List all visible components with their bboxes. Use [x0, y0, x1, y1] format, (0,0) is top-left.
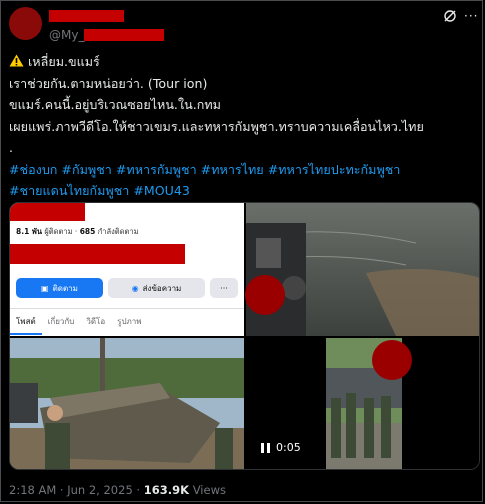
fb-name-redaction	[10, 203, 85, 221]
fb-message-button: ◉ ส่งข้อความ	[108, 278, 205, 298]
fb-followers-count: 8.1 พัน	[16, 227, 42, 236]
tweet-footer: 2:18 AM · Jun 2, 2025 · 163.9K Views	[9, 483, 226, 497]
photo-river-motorbike[interactable]	[246, 203, 480, 336]
facebook-profile-screenshot[interactable]: 8.1 พัน ผู้ติดตาม · 685 กำลังติดตาม ▣ ติ…	[10, 203, 244, 336]
fb-follow-label: ติดตาม	[52, 283, 78, 293]
timestamp[interactable]: 2:18 AM · Jun 2, 2025 ·	[9, 483, 144, 497]
post-line-1-text: เหลี่ยม.ขแมร์	[28, 54, 100, 69]
handle-redaction	[84, 29, 165, 41]
post-line-5: .	[9, 140, 14, 155]
face-redaction-dot	[372, 340, 412, 380]
media-grid[interactable]: 8.1 พัน ผู้ติดตาม · 685 กำลังติดตาม ▣ ติ…	[9, 202, 480, 470]
views-label: Views	[192, 483, 226, 497]
fb-bio-redaction	[10, 244, 185, 264]
video-time-text: 0:05	[276, 441, 301, 454]
hashtags-line-2[interactable]: #ชายแดนไทยกัมพูชา #MOU43	[9, 180, 477, 202]
hashtags-line-1[interactable]: #ช่องบก #กัมพูชา #ทหารกัมพูชา #ทหารไทย #…	[9, 159, 477, 181]
fb-following-label: กำลังติดตาม	[97, 227, 139, 236]
fb-tab-videos: วิดีโอ	[86, 317, 106, 326]
warning-icon	[9, 54, 24, 67]
avatar[interactable]	[9, 7, 42, 40]
post-line-4: เผยแพร่.ภาพวีดีโอ.ให้ชาวเขมร.และทหารกัมพ…	[9, 118, 424, 134]
fb-more-button: ···	[210, 278, 238, 298]
handle-row: @My_	[49, 27, 165, 43]
fb-follow-button: ▣ ติดตาม	[16, 278, 103, 298]
fb-stats: 8.1 พัน ผู้ติดตาม · 685 กำลังติดตาม	[16, 226, 139, 238]
more-options-icon[interactable]: ···	[464, 9, 478, 23]
fb-divider	[10, 308, 244, 309]
post-line-2: เราช่วยกัน.ตามหน่อยว่า. (Tour ion)	[9, 75, 208, 91]
display-name-redacted[interactable]	[49, 10, 124, 22]
fb-followers-label: ผู้ติดตาม	[44, 227, 73, 236]
grok-icon[interactable]	[443, 9, 457, 23]
user-handle[interactable]: @My_	[49, 28, 84, 42]
post-line-3: ขแมร์.คนนี้.อยู่บริเวณซอยไหน.ใน.กทม	[9, 97, 221, 112]
tweet-card: @My_ ··· เหลี่ยม.ขแมร์ เราช่วยกัน.ตามหน่…	[0, 0, 483, 502]
photo-overturned-vehicle[interactable]	[10, 338, 244, 470]
pause-icon[interactable]	[261, 442, 270, 453]
fb-tabs: โพสต์ เกี่ยวกับ วิดีโอ รูปภาพ	[10, 315, 244, 335]
face-redaction-dot	[245, 275, 285, 315]
fb-tab-photos: รูปภาพ	[117, 317, 142, 326]
fb-tab-posts: โพสต์	[10, 315, 42, 335]
messenger-icon: ◉	[131, 283, 139, 293]
views-count: 163.9K	[143, 483, 190, 497]
fb-tab-about: เกี่ยวกับ	[47, 317, 75, 326]
video-timestamp: 0:05	[261, 441, 301, 454]
fb-following-count: 685	[79, 227, 96, 236]
fb-follow-icon: ▣	[41, 283, 49, 293]
fb-message-label: ส่งข้อความ	[142, 283, 182, 293]
post-text: เหลี่ยม.ขแมร์ เราช่วยกัน.ตามหน่อยว่า. (T…	[9, 51, 477, 202]
post-line-1: เหลี่ยม.ขแมร์	[9, 51, 477, 73]
